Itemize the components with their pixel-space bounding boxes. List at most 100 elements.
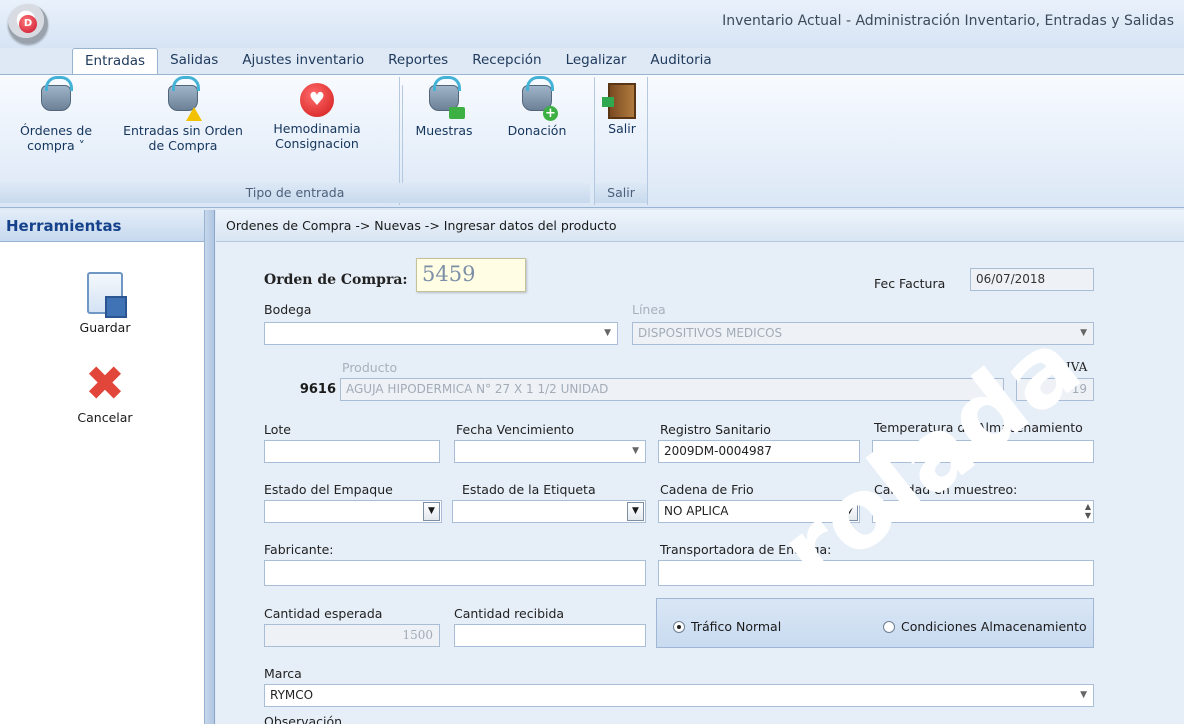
dropdown-arrow-icon: ▼ xyxy=(841,502,858,521)
entradas-sin-oc-label: Entradas sin Orden de Compra xyxy=(123,123,243,153)
cadena-frio-select[interactable]: NO APLICA ▼ xyxy=(658,500,860,523)
fec-factura-field[interactable]: 06/07/2018 xyxy=(970,268,1094,291)
temperatura-field[interactable] xyxy=(872,440,1094,463)
chevron-down-icon: ▼ xyxy=(1080,328,1087,338)
ribbon-group-label-salir: Salir xyxy=(595,183,647,203)
heart-pulse-icon: ♥ xyxy=(300,83,334,117)
marca-label: Marca xyxy=(264,666,302,681)
guardar-label: Guardar xyxy=(79,320,131,335)
radio-selected-icon xyxy=(673,621,685,633)
radio-condiciones-label: Condiciones Almacenamiento xyxy=(901,619,1087,634)
registro-sanitario-field[interactable]: 2009DM-0004987 xyxy=(658,440,860,463)
panel-splitter[interactable] xyxy=(205,210,215,724)
cadena-frio-label: Cadena de Frio xyxy=(660,482,754,497)
cantidad-muestreo-label: Cantidad en muestreo: xyxy=(874,482,1018,497)
breadcrumb: Ordenes de Compra -> Nuevas -> Ingresar … xyxy=(216,210,1184,242)
salir-label: Salir xyxy=(608,121,636,136)
dropdown-arrow-icon: ▼ xyxy=(423,502,440,521)
estado-empaque-label: Estado del Empaque xyxy=(264,482,393,497)
radio-condiciones-almacenamiento[interactable]: Condiciones Almacenamiento xyxy=(883,619,1087,634)
entradas-sin-oc-button[interactable]: Entradas sin Orden de Compra xyxy=(118,76,248,153)
ribbon-group-tipo-entrada: Órdenes de compra ˅ Entradas sin Orden d… xyxy=(0,76,590,205)
registro-sanitario-label: Registro Sanitario xyxy=(660,422,771,437)
guardar-button[interactable]: Guardar xyxy=(60,272,150,335)
observacion-label: Observación xyxy=(264,714,343,724)
tab-ajustes-inventario[interactable]: Ajustes inventario xyxy=(230,48,376,74)
basket-plus-icon: + xyxy=(520,76,558,121)
ordenes-compra-button[interactable]: Órdenes de compra ˅ xyxy=(6,76,106,153)
muestras-button[interactable]: Muestras xyxy=(404,76,484,138)
muestras-label: Muestras xyxy=(415,123,473,138)
lote-label: Lote xyxy=(264,422,291,437)
cantidad-recibida-field[interactable] xyxy=(454,624,646,647)
cancelar-label: Cancelar xyxy=(77,410,133,425)
tools-panel: Herramientas Guardar ✖ Cancelar xyxy=(0,210,205,724)
marca-select[interactable]: RYMCO ▼ xyxy=(264,684,1094,707)
estado-etiqueta-select[interactable]: ▼ xyxy=(452,500,646,523)
window-title: Inventario Actual - Administración Inven… xyxy=(722,13,1174,29)
chevron-down-icon: ▼ xyxy=(632,446,639,456)
basket-warning-icon xyxy=(166,76,202,121)
iva-label: IVA xyxy=(1066,360,1088,374)
tools-header: Herramientas xyxy=(0,210,204,242)
tab-entradas[interactable]: Entradas xyxy=(72,48,159,75)
save-icon xyxy=(87,272,127,318)
ordenes-compra-label: Órdenes de compra ˅ xyxy=(19,123,93,153)
linea-label: Línea xyxy=(632,302,666,317)
bodega-label: Bodega xyxy=(264,302,312,317)
donacion-button[interactable]: + Donación xyxy=(492,76,582,138)
ribbon-group-label-tipo: Tipo de entrada xyxy=(0,183,590,203)
exit-door-icon xyxy=(602,83,639,119)
basket-icon xyxy=(39,76,73,119)
estado-empaque-select[interactable]: ▼ xyxy=(264,500,442,523)
cantidad-recibida-label: Cantidad recibida xyxy=(454,606,565,621)
transportadora-field[interactable] xyxy=(658,560,1094,586)
fecha-vencimiento-label: Fecha Vencimiento xyxy=(456,422,574,437)
salir-button[interactable]: Salir xyxy=(595,81,649,136)
linea-select[interactable]: DISPOSITIVOS MEDICOS ▼ xyxy=(632,322,1094,345)
estado-etiqueta-label: Estado de la Etiqueta xyxy=(462,482,596,497)
producto-field[interactable]: AGUJA HIPODERMICA N° 27 X 1 1/2 UNIDAD xyxy=(340,378,1004,401)
hemodinamia-label: Hemodinamia Consignacion xyxy=(273,121,361,151)
bodega-select[interactable]: ▼ xyxy=(264,322,618,345)
producto-label: Producto xyxy=(342,360,398,375)
ribbon: Órdenes de compra ˅ Entradas sin Orden d… xyxy=(0,74,1184,208)
app-menu-button[interactable]: D xyxy=(8,4,48,44)
app-logo-icon: D xyxy=(19,15,37,33)
lote-field[interactable] xyxy=(264,440,440,463)
ribbon-tabs: Entradas Salidas Ajustes inventario Repo… xyxy=(72,48,724,75)
basket-arrow-icon xyxy=(427,76,465,119)
tab-reportes[interactable]: Reportes xyxy=(376,48,460,74)
product-form: Ordenes de Compra -> Nuevas -> Ingresar … xyxy=(216,210,1184,724)
chevron-down-icon: ▼ xyxy=(1080,690,1087,700)
donacion-label: Donación xyxy=(507,123,567,138)
cancelar-button[interactable]: ✖ Cancelar xyxy=(60,356,150,425)
fecha-vencimiento-select[interactable]: ▼ xyxy=(454,440,646,463)
stepper-arrows-icon[interactable]: ▲ ▼ xyxy=(1085,502,1091,520)
iva-field[interactable]: 19 xyxy=(1016,378,1094,401)
transportadora-label: Transportadora de Entrega: xyxy=(660,542,832,557)
fec-factura-label: Fec Factura xyxy=(874,276,946,291)
radio-trafico-label: Tráfico Normal xyxy=(691,619,782,634)
orden-compra-label: Orden de Compra: xyxy=(264,272,408,288)
trafico-radio-group: Tráfico Normal Condiciones Almacenamient… xyxy=(656,598,1094,648)
tab-legalizar[interactable]: Legalizar xyxy=(554,48,639,74)
radio-unselected-icon xyxy=(883,621,895,633)
tab-recepcion[interactable]: Recepción xyxy=(460,48,553,74)
temperatura-label: Temperatura de Almacenamiento xyxy=(874,420,1083,435)
dropdown-arrow-icon: ▼ xyxy=(627,502,644,521)
radio-trafico-normal[interactable]: Tráfico Normal xyxy=(673,619,781,634)
orden-compra-value: 5459 xyxy=(416,258,526,292)
cantidad-muestreo-stepper[interactable]: 0 ▲ ▼ xyxy=(872,500,1094,523)
title-bar: D Inventario Actual - Administración Inv… xyxy=(0,0,1184,48)
fabricante-field[interactable] xyxy=(264,560,646,586)
tab-salidas[interactable]: Salidas xyxy=(158,48,230,74)
tab-auditoria[interactable]: Auditoria xyxy=(638,48,723,74)
cantidad-esperada-field[interactable]: 1500 xyxy=(264,624,440,647)
cancel-icon: ✖ xyxy=(84,356,126,412)
cantidad-esperada-label: Cantidad esperada xyxy=(264,606,383,621)
fabricante-label: Fabricante: xyxy=(264,542,334,557)
producto-code: 9616 xyxy=(299,382,336,397)
chevron-down-icon: ▼ xyxy=(604,328,611,338)
hemodinamia-button[interactable]: ♥ Hemodinamia Consignacion xyxy=(262,81,372,151)
